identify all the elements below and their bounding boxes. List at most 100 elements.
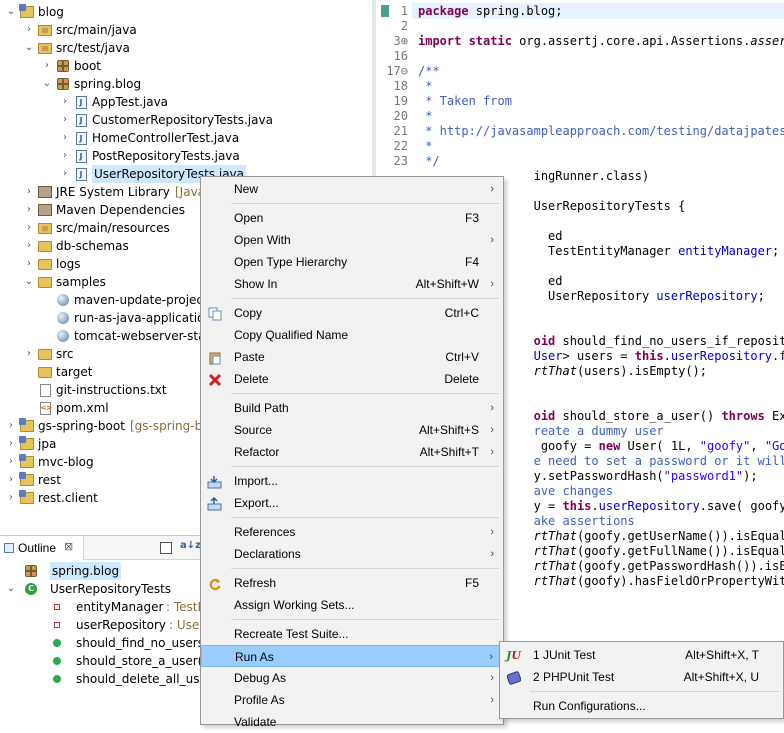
menu-item-export[interactable]: Export... <box>201 492 503 514</box>
chevron-right-icon[interactable]: › <box>24 21 34 39</box>
explorer-row[interactable]: › src/main/java <box>0 21 372 39</box>
code-line[interactable]: package spring.blog; <box>418 4 563 19</box>
menu-item-show-in[interactable]: Show In Alt+Shift+W › <box>201 273 503 295</box>
outline-item-label: should_delete_all_users <box>76 672 200 686</box>
folder-icon <box>38 257 52 271</box>
explorer-row-label: gs-spring-boot <box>38 419 125 433</box>
menu-item-profile-as[interactable]: Profile As › <box>201 689 503 711</box>
chevron-right-icon[interactable]: › <box>24 255 34 273</box>
chevron-right-icon[interactable]: › <box>24 183 34 201</box>
package-icon <box>56 77 70 91</box>
outline-item[interactable]: should_delete_all_users <box>0 670 200 688</box>
menu-item-build-path[interactable]: Build Path › <box>201 397 503 419</box>
explorer-row-label: db-schemas <box>56 239 129 253</box>
chevron-right-icon[interactable]: › <box>24 345 34 363</box>
menu-item-recreate-test-suite[interactable]: Recreate Test Suite... <box>201 623 503 645</box>
menu-item-1-junit-test[interactable]: JU 1 JUnit Test Alt+Shift+X, T <box>500 644 783 666</box>
sort-icon[interactable]: a↓z <box>180 540 200 551</box>
menu-item-declarations[interactable]: Declarations › <box>201 543 503 565</box>
menu-item-label: New <box>234 182 259 196</box>
code-line[interactable]: import static org.assertj.core.api.Asser… <box>418 34 784 49</box>
explorer-row[interactable]: › J HomeControllerTest.java <box>0 129 372 147</box>
chevron-right-icon: › <box>490 183 494 195</box>
menu-item-open[interactable]: Open F3 <box>201 207 503 229</box>
menu-item-open-type-hierarchy[interactable]: Open Type Hierarchy F4 <box>201 251 503 273</box>
menu-item-copy[interactable]: Copy Ctrl+C <box>201 302 503 324</box>
menu-item-source[interactable]: Source Alt+Shift+S › <box>201 419 503 441</box>
chevron-right-icon[interactable]: › <box>60 129 70 147</box>
menu-item-paste[interactable]: Paste Ctrl+V <box>201 346 503 368</box>
code-line[interactable]: * <box>418 139 432 154</box>
line-number: 2 <box>400 19 408 33</box>
chevron-down-icon[interactable]: ⌄ <box>6 580 16 598</box>
chevron-right-icon[interactable]: › <box>60 147 70 165</box>
chevron-down-icon[interactable]: ⌄ <box>24 273 34 291</box>
menu-item-assign-working-sets[interactable]: Assign Working Sets... <box>201 594 503 616</box>
outline-item[interactable]: should_store_a_user() <box>0 652 200 670</box>
menu-item-run-as[interactable]: Run As › <box>201 645 503 667</box>
delete-icon <box>207 372 222 387</box>
explorer-row[interactable]: › J CustomerRepositoryTests.java <box>0 111 372 129</box>
menu-item-label: Paste <box>234 350 265 364</box>
chevron-right-icon[interactable]: › <box>6 471 16 489</box>
menu-item-label: 2 PHPUnit Test <box>533 670 615 684</box>
line-number: 3⊕ <box>393 34 408 48</box>
outline-item[interactable]: ⌄ C UserRepositoryTests <box>0 580 200 598</box>
explorer-row-label: git-instructions.txt <box>56 383 167 397</box>
menu-item-copy-qualified-name[interactable]: Copy Qualified Name <box>201 324 503 346</box>
line-number: 18 <box>393 79 408 93</box>
menu-item-import[interactable]: Import... <box>201 470 503 492</box>
menu-item-open-with[interactable]: Open With › <box>201 229 503 251</box>
explorer-row[interactable]: › J AppTest.java <box>0 93 372 111</box>
menu-item-delete[interactable]: Delete Delete <box>201 368 503 390</box>
chevron-right-icon[interactable]: › <box>6 453 16 471</box>
chevron-right-icon[interactable]: › <box>42 57 52 75</box>
menu-item-debug-as[interactable]: Debug As › <box>201 667 503 689</box>
outline-item-label: userRepository <box>76 618 166 632</box>
chevron-down-icon[interactable]: ⌄ <box>6 3 16 21</box>
menu-item-refactor[interactable]: Refactor Alt+Shift+T › <box>201 441 503 463</box>
outline-tab-label[interactable]: Outline <box>18 541 56 555</box>
menu-item-references[interactable]: References › <box>201 521 503 543</box>
menu-item-refresh[interactable]: Refresh F5 <box>201 572 503 594</box>
outline-item[interactable]: should_find_no_users_if <box>0 634 200 652</box>
chevron-right-icon[interactable]: › <box>6 417 16 435</box>
menu-separator <box>231 517 499 518</box>
explorer-row[interactable]: ⌄ src/test/java <box>0 39 372 57</box>
close-icon[interactable]: ⊠ <box>64 540 73 553</box>
chevron-right-icon[interactable]: › <box>24 201 34 219</box>
outline-item-label: entityManager <box>76 600 164 614</box>
chevron-right-icon[interactable]: › <box>24 237 34 255</box>
menu-item-new[interactable]: New › <box>201 178 503 200</box>
outline-item[interactable]: userRepository: UserRe <box>0 616 200 634</box>
explorer-row[interactable]: ⌄ spring.blog <box>0 75 372 93</box>
menu-item-label: Show In <box>234 277 278 291</box>
chevron-right-icon[interactable]: › <box>6 489 16 507</box>
code-line[interactable]: */ <box>418 154 439 169</box>
code-line[interactable]: /** <box>418 64 440 79</box>
explorer-row[interactable]: ⌄ blog <box>0 3 372 21</box>
explorer-row[interactable]: › J PostRepositoryTests.java <box>0 147 372 165</box>
chevron-down-icon[interactable]: ⌄ <box>42 75 52 93</box>
menu-item-2-phpunit-test[interactable]: 2 PHPUnit Test Alt+Shift+X, U <box>500 666 783 688</box>
menu-item-label: Source <box>234 423 273 437</box>
chevron-right-icon[interactable]: › <box>60 111 70 129</box>
code-line[interactable]: * Taken from <box>418 94 512 109</box>
code-line[interactable]: * <box>418 109 432 124</box>
chevron-right-icon[interactable]: › <box>6 435 16 453</box>
code-line[interactable]: * <box>418 79 432 94</box>
project-icon <box>19 454 34 469</box>
explorer-row[interactable]: › boot <box>0 57 372 75</box>
chevron-right-icon[interactable]: › <box>60 165 70 183</box>
source-folder-icon <box>38 221 52 235</box>
outline-item[interactable]: spring.blog <box>0 562 200 580</box>
collapse-all-icon[interactable] <box>160 542 172 554</box>
chevron-right-icon[interactable]: › <box>24 219 34 237</box>
chevron-right-icon[interactable]: › <box>60 93 70 111</box>
outline-item[interactable]: entityManager: TestEnt <box>0 598 200 616</box>
import-icon <box>207 474 222 489</box>
menu-item-run-configurations[interactable]: Run Configurations... <box>500 695 783 717</box>
code-line[interactable]: * http://javasampleapproach.com/testing/… <box>418 124 784 139</box>
menu-item-validate[interactable]: Validate <box>201 711 503 733</box>
chevron-down-icon[interactable]: ⌄ <box>24 39 34 57</box>
